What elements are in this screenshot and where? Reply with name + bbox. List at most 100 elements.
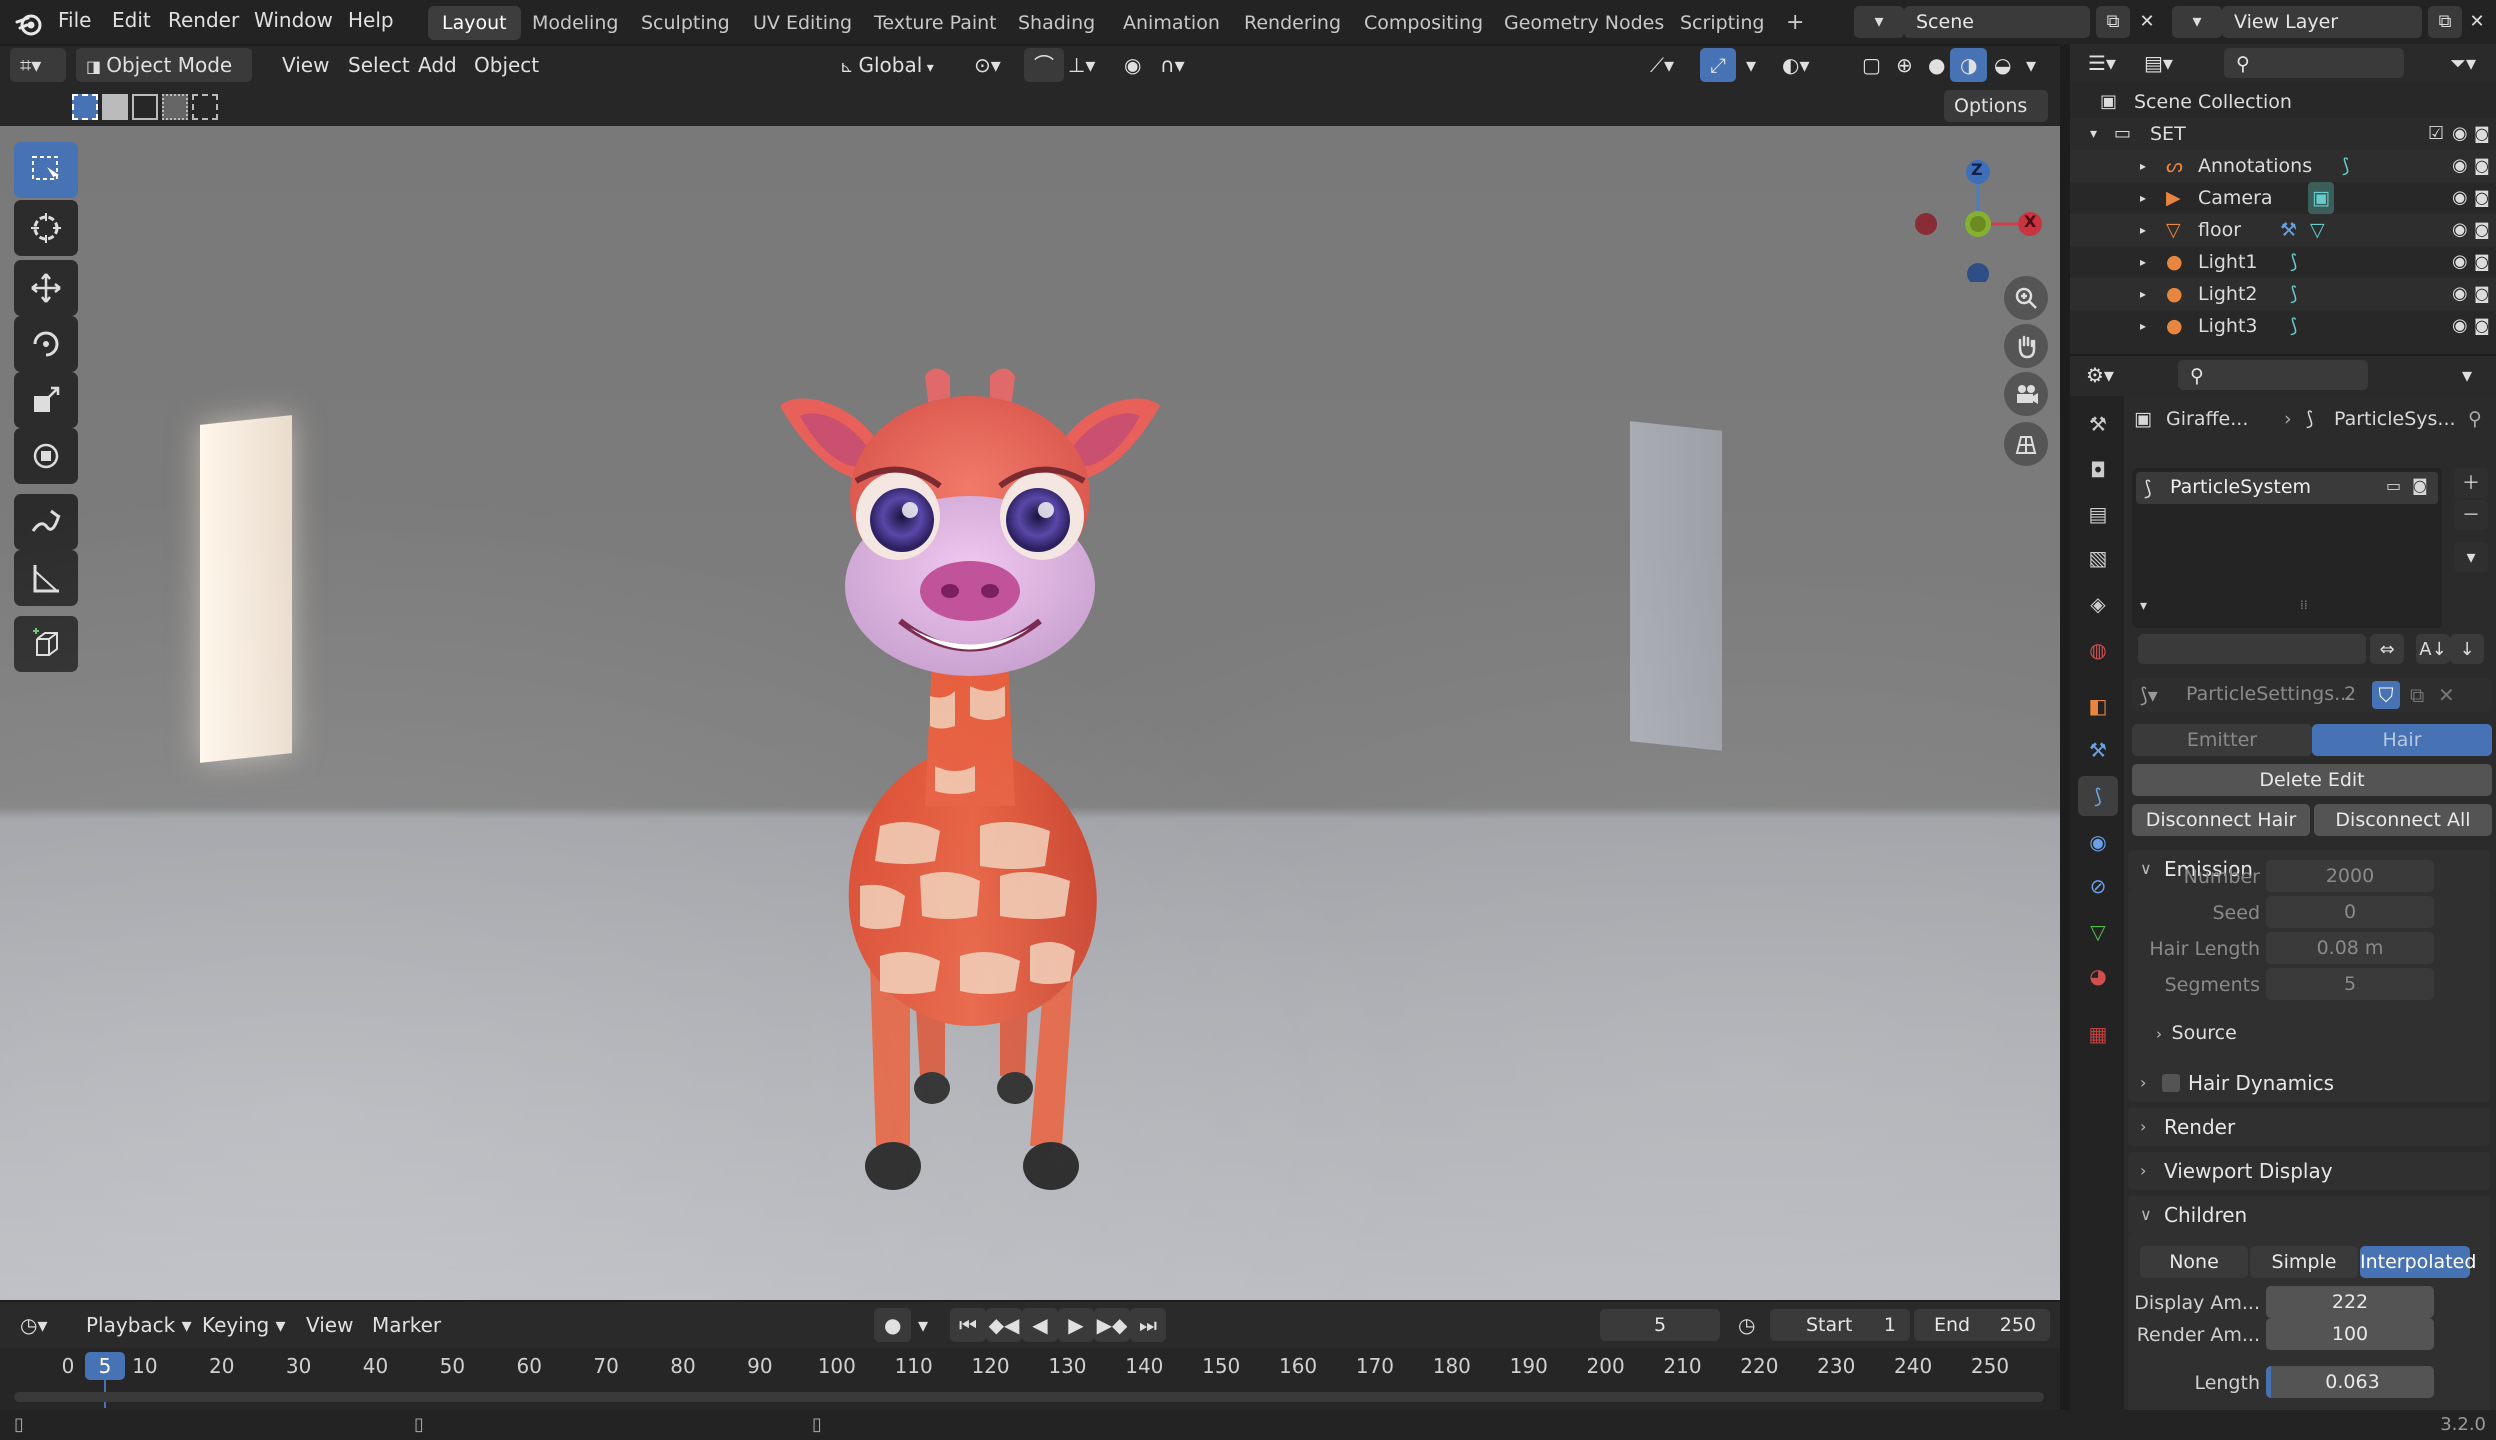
type-emitter-button[interactable]: Emitter — [2132, 724, 2312, 756]
pan-hand-icon[interactable] — [2004, 324, 2048, 368]
display-amount-field[interactable]: 222 — [2266, 1286, 2434, 1318]
menu-render[interactable]: Render — [168, 8, 239, 32]
jump-end-icon[interactable]: ⏭ — [1130, 1308, 1166, 1342]
next-keyframe-icon[interactable]: ▶◆ — [1094, 1308, 1130, 1342]
outliner-item-annotations[interactable]: ▸ ᔕ Annotations ⟆ ◉ ◙ — [2070, 150, 2496, 182]
play-icon[interactable]: ▶ — [1058, 1308, 1094, 1342]
tab-geometry-nodes[interactable]: Geometry Nodes — [1490, 6, 1678, 40]
sort-reverse-icon[interactable]: ↓ — [2450, 634, 2484, 664]
expand-chevron-icon[interactable]: ▸ — [2140, 278, 2146, 310]
select-invert-icon[interactable] — [162, 94, 188, 120]
gizmo-toggle-icon[interactable]: ⤢ — [1700, 48, 1736, 82]
view-layer-field[interactable]: View Layer — [2222, 6, 2422, 38]
render-amount-field[interactable]: 100 — [2266, 1318, 2434, 1350]
tab-texture-paint[interactable]: Texture Paint — [860, 6, 1011, 40]
outliner-item-light3[interactable]: ▸ ● Light3 ⟆ ◉ ◙ — [2070, 310, 2496, 342]
menu-edit[interactable]: Edit — [112, 8, 151, 32]
camera-render-icon[interactable]: ◙ — [2474, 214, 2490, 246]
invert-filter-icon[interactable]: ⇔ — [2370, 634, 2404, 664]
measure-tool-icon[interactable] — [14, 550, 78, 606]
segments-field[interactable]: 5 — [2266, 968, 2434, 1000]
timeline-view-menu[interactable]: View — [296, 1308, 363, 1342]
scene-tab-icon[interactable]: ◈ — [2078, 584, 2118, 624]
scene-name-field[interactable]: Scene — [1904, 6, 2090, 38]
add-workspace-button[interactable]: + — [1772, 6, 1818, 40]
expand-chevron-icon[interactable]: ▸ — [2140, 310, 2146, 342]
tab-rendering[interactable]: Rendering — [1230, 6, 1355, 40]
remove-view-layer-icon[interactable]: ✕ — [2460, 6, 2494, 38]
eye-icon[interactable]: ◉ — [2452, 310, 2468, 342]
source-subpanel-header[interactable]: › Source — [2156, 1022, 2237, 1044]
outliner-search-input[interactable]: ⚲ — [2224, 48, 2404, 78]
eye-icon[interactable]: ◉ — [2452, 214, 2468, 246]
tab-compositing[interactable]: Compositing — [1350, 6, 1497, 40]
menu-window[interactable]: Window — [254, 8, 333, 32]
collection-row[interactable]: ▾ ▭ SET ☑ ◉ ◙ — [2070, 118, 2496, 150]
eye-icon[interactable]: ◉ — [2452, 278, 2468, 310]
playback-menu[interactable]: Playback ▾ — [76, 1308, 202, 1342]
camera-view-icon[interactable] — [2004, 372, 2048, 416]
eye-icon[interactable]: ◉ — [2452, 182, 2468, 214]
annotate-tool-icon[interactable] — [14, 494, 78, 550]
area-light-left[interactable] — [200, 415, 292, 763]
tab-animation[interactable]: Animation — [1109, 6, 1234, 40]
rotate-tool-icon[interactable] — [14, 316, 78, 372]
preview-range-icon[interactable]: ◷ — [1728, 1308, 1765, 1342]
visibility-icon[interactable]: ⟋▾ — [1640, 48, 1684, 82]
length-slider[interactable]: 0.063 — [2266, 1366, 2434, 1398]
mode-dropdown[interactable]: ◨ Object Mode ▾ — [76, 48, 252, 113]
select-box-tool-icon[interactable] — [14, 142, 78, 198]
type-hair-button[interactable]: Hair — [2312, 724, 2492, 756]
outliner-editor-type-icon[interactable]: ☰▾ — [2078, 46, 2126, 80]
render-panel-header[interactable]: › Render — [2128, 1108, 2490, 1146]
select-extend-icon[interactable] — [102, 94, 128, 120]
scene-collection-row[interactable]: ▣ Scene Collection — [2070, 86, 2496, 118]
outliner-item-floor[interactable]: ▸ ▽ floor ⚒ ▽ ◉ ◙ — [2070, 214, 2496, 246]
children-panel-header[interactable]: ∨ Children — [2128, 1196, 2490, 1234]
current-frame-field[interactable]: 5 — [1600, 1309, 1720, 1341]
particle-system-list[interactable]: ⟆ ParticleSystem ▭ ◙ ▾ ⁞⁞ — [2132, 468, 2442, 628]
pin-icon[interactable]: ⚲ — [2468, 408, 2482, 430]
specials-menu-icon[interactable]: ▾ — [2454, 542, 2488, 572]
options-dropdown[interactable]: Options ▾ — [1944, 90, 2048, 149]
resize-handle-icon[interactable]: ⁞⁞ — [2300, 598, 2308, 612]
eye-icon[interactable]: ◉ — [2452, 246, 2468, 278]
disconnect-hair-button[interactable]: Disconnect Hair — [2132, 804, 2310, 836]
list-item[interactable]: ⟆ ParticleSystem ▭ ◙ — [2136, 472, 2438, 504]
filter-icon[interactable]: ⏷▾ — [2440, 46, 2486, 80]
remove-slot-icon[interactable]: － — [2454, 500, 2488, 530]
menu-help[interactable]: Help — [348, 8, 394, 32]
eye-icon[interactable]: ◉ — [2452, 150, 2468, 182]
disconnect-all-button[interactable]: Disconnect All — [2314, 804, 2492, 836]
end-frame-field[interactable]: End 250 — [1914, 1309, 2050, 1341]
expand-chevron-icon[interactable]: ▸ — [2140, 150, 2146, 182]
children-none-button[interactable]: None — [2140, 1246, 2248, 1278]
gizmo-dropdown-icon[interactable]: ▾ — [1736, 48, 1766, 82]
camera-render-icon[interactable]: ◙ — [2474, 310, 2490, 342]
material-shading-icon[interactable]: ◑ — [1950, 48, 1988, 82]
object-tab-icon[interactable]: ◧ — [2078, 686, 2118, 726]
modifier-tab-icon[interactable]: ⚒ — [2078, 730, 2118, 770]
children-interpolated-button[interactable]: Interpolated — [2360, 1246, 2476, 1278]
camera-render-icon[interactable]: ◙ — [2474, 278, 2490, 310]
cursor-tool-icon[interactable] — [14, 200, 78, 256]
viewport-visibility-icon[interactable]: ▭ — [2386, 476, 2401, 495]
snap-target-icon[interactable]: ⊥▾ — [1058, 48, 1105, 82]
giraffe-model[interactable] — [760, 266, 1180, 1266]
new-view-layer-icon[interactable]: ⧉ — [2428, 6, 2462, 38]
sort-alpha-icon[interactable]: A↓ — [2416, 634, 2450, 664]
jump-start-icon[interactable]: ⏮ — [950, 1308, 986, 1342]
duplicate-icon[interactable]: ⧉ — [2410, 683, 2424, 707]
hair-dynamics-checkbox[interactable] — [2162, 1074, 2180, 1092]
tab-scripting[interactable]: Scripting — [1666, 6, 1779, 40]
users-count[interactable]: 2 — [2344, 683, 2356, 705]
perspective-toggle-icon[interactable] — [2004, 422, 2048, 466]
editor-type-icon[interactable]: ⌗▾ — [10, 48, 66, 82]
expand-chevron-icon[interactable]: ▸ — [2140, 214, 2146, 246]
timeline-editor-type-icon[interactable]: ◷▾ — [10, 1308, 58, 1342]
play-reverse-icon[interactable]: ◀ — [1022, 1308, 1058, 1342]
expand-chevron-icon[interactable]: ▸ — [2140, 182, 2146, 214]
select-new-icon[interactable] — [72, 94, 98, 120]
menu-object[interactable]: Object — [464, 48, 549, 82]
add-cube-tool-icon[interactable] — [14, 616, 78, 672]
